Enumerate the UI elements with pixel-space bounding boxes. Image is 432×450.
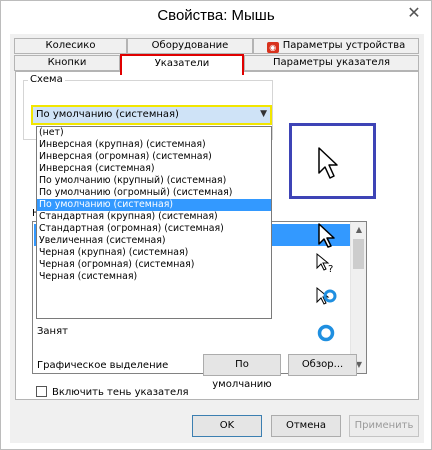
scheme-option[interactable]: (нет) [37,127,271,139]
scroll-up-icon[interactable]: ▲ [351,222,366,238]
window-title: Свойства: Мышь [157,7,275,24]
scheme-option[interactable]: Стандартная (крупная) (системная) [37,211,271,223]
scheme-legend: Схема [28,74,65,85]
chevron-down-icon: ▼ [260,109,267,119]
cursor-list-scrollbar[interactable]: ▲ ▼ [350,222,366,373]
enable-pointer-shadow[interactable]: Включить тень указателя [36,386,189,398]
scheme-option[interactable]: Стандартная (огромная) (системная) [37,223,271,235]
tab-hardware[interactable]: Оборудование [127,38,253,54]
title-bar: Свойства: Мышь ✕ [1,1,431,31]
scroll-thumb[interactable] [353,239,364,269]
pointer-shadow-checkbox[interactable] [36,386,47,397]
use-default-button[interactable]: По умолчанию [203,354,281,390]
close-button[interactable]: ✕ [405,6,423,22]
arrow-cursor-icon [318,147,338,179]
apply-button[interactable]: Применить [349,415,419,437]
working-in-background-icon [316,286,337,305]
pointer-shadow-label: Включить тень указателя [52,387,189,398]
scheme-selected-value: По умолчанию (системная) [36,109,179,120]
busy-ring-icon [317,324,335,342]
tab-device-settings[interactable]: ◉ Параметры устройства [253,38,419,54]
cursor-preview [289,123,376,199]
tab-pointer-options[interactable]: Параметры указателя [244,55,419,71]
scheme-option[interactable]: Инверсная (крупная) (системная) [37,139,271,151]
list-item[interactable]: Занят [37,324,335,342]
mouse-properties-window: Свойства: Мышь ✕ Колесико Оборудование ◉… [0,0,432,450]
cancel-button[interactable]: Отмена [271,415,341,437]
scheme-option[interactable]: Инверсная (огромная) (системная) [37,151,271,163]
scheme-option[interactable]: По умолчанию (огромный) (системная) [37,187,271,199]
browse-button[interactable]: Обзор... [288,354,357,376]
tab-pointers[interactable]: Указатели [120,54,244,75]
device-settings-icon: ◉ [266,42,279,53]
scheme-option[interactable]: Увеличенная (системная) [37,235,271,247]
scheme-dropdown-list[interactable]: (нет) Инверсная (крупная) (системная) Инве… [36,126,272,319]
dialog-client-area: Колесико Оборудование ◉ Параметры устройс… [10,34,424,443]
tab-buttons[interactable]: Кнопки [14,55,120,71]
arrow-cursor-icon [318,223,335,248]
tab-wheel[interactable]: Колесико [14,38,127,54]
help-cursor-icon: ? [316,252,333,275]
scheme-option[interactable]: По умолчанию (крупный) (системная) [37,175,271,187]
scheme-option[interactable]: Черная (системная) [37,271,271,283]
svg-text:?: ? [328,264,333,275]
scheme-option[interactable]: Черная (крупная) (системная) [37,247,271,259]
scheme-option[interactable]: Черная (огромная) (системная) [37,259,271,271]
scheme-combobox[interactable]: По умолчанию (системная) ▼ [31,105,272,125]
ok-button[interactable]: OK [192,415,262,437]
scheme-option[interactable]: По умолчанию (системная) [37,199,271,211]
scheme-option[interactable]: Инверсная (системная) [37,163,271,175]
list-item[interactable]: Графическое выделение [37,355,338,373]
